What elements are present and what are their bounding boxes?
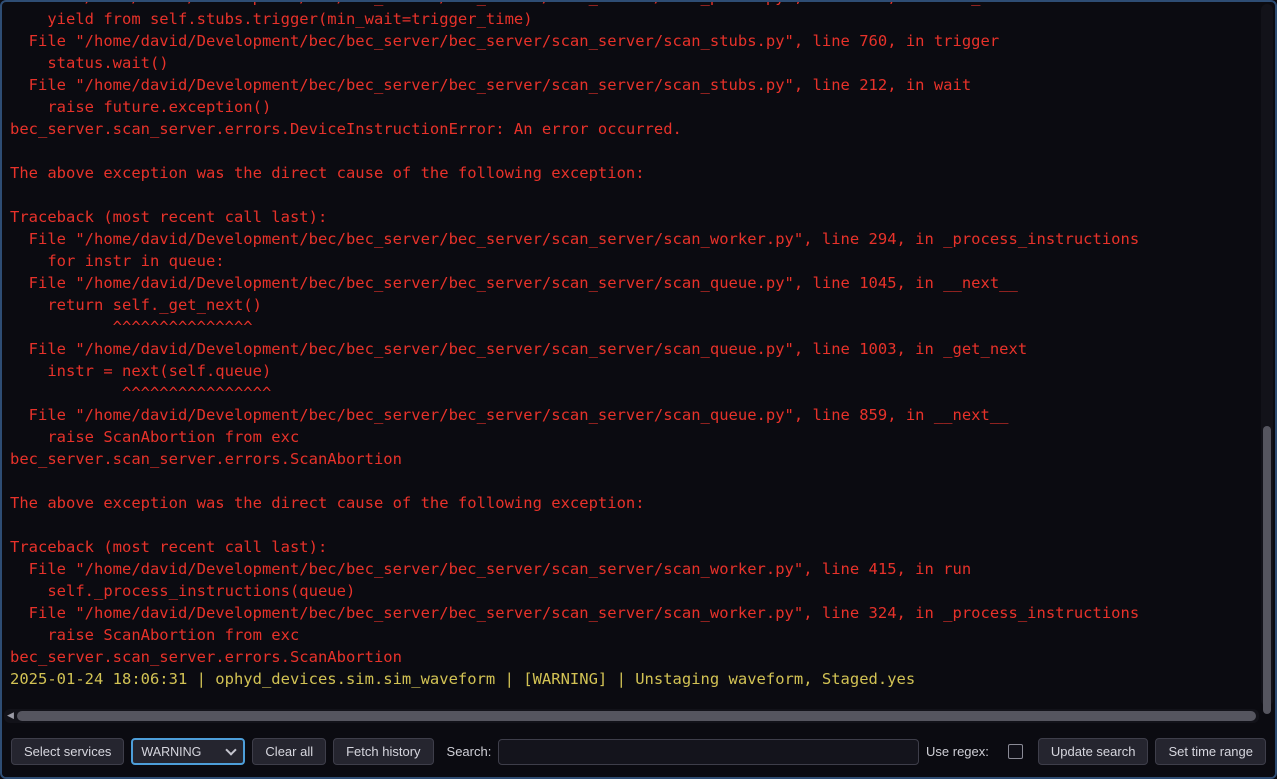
log-line: File "/home/david/Development/bec/bec_se…	[10, 228, 1257, 250]
horizontal-scrollbar-thumb[interactable]	[17, 711, 1256, 721]
fetch-history-button[interactable]: Fetch history	[333, 738, 433, 765]
log-line: raise ScanAbortion from exc	[10, 426, 1257, 448]
log-line	[10, 470, 1257, 492]
log-line: yield from self.stubs.trigger(min_wait=t…	[10, 8, 1257, 30]
log-line: Traceback (most recent call last):	[10, 536, 1257, 558]
select-services-button[interactable]: Select services	[11, 738, 124, 765]
log-line	[10, 184, 1257, 206]
log-line: status.wait()	[10, 52, 1257, 74]
log-line: File "/home/david/Development/bec/bec_se…	[10, 30, 1257, 52]
log-line: File "/home/david/Development/bec/bec_se…	[10, 558, 1257, 580]
log-line: raise future.exception()	[10, 96, 1257, 118]
use-regex-label: Use regex:	[926, 744, 989, 759]
horizontal-scrollbar[interactable]: ◀	[4, 709, 1259, 723]
log-line: File "/home/david/Development/bec/bec_se…	[10, 338, 1257, 360]
log-line: File "/home/david/Development/bec/bec_se…	[10, 272, 1257, 294]
log-line: ^^^^^^^^^^^^^^^^	[10, 382, 1257, 404]
log-line: 2025-01-24 18:06:31 | ophyd_devices.sim.…	[10, 668, 1257, 690]
search-label: Search:	[447, 744, 492, 759]
log-viewer-window: File "/home/david/Development/bec/bec_se…	[0, 0, 1277, 779]
log-line: bec_server.scan_server.errors.ScanAborti…	[10, 646, 1257, 668]
vertical-scrollbar-thumb[interactable]	[1263, 426, 1271, 714]
chevron-down-icon	[226, 744, 237, 755]
log-line: File "/home/david/Development/bec/bec_se…	[10, 404, 1257, 426]
log-line: The above exception was the direct cause…	[10, 162, 1257, 184]
scroll-left-arrow-icon[interactable]: ◀	[5, 709, 16, 723]
log-level-value: WARNING	[141, 745, 201, 759]
log-level-select[interactable]: WARNING	[131, 738, 245, 765]
log-line: File "/home/david/Development/bec/bec_se…	[10, 602, 1257, 624]
update-search-button[interactable]: Update search	[1038, 738, 1149, 765]
log-area: File "/home/david/Development/bec/bec_se…	[2, 2, 1275, 726]
log-line: The above exception was the direct cause…	[10, 492, 1257, 514]
clear-all-button[interactable]: Clear all	[252, 738, 326, 765]
set-time-range-button[interactable]: Set time range	[1155, 738, 1266, 765]
use-regex-checkbox[interactable]	[1008, 744, 1023, 759]
log-content: File "/home/david/Development/bec/bec_se…	[10, 2, 1257, 690]
log-line	[10, 140, 1257, 162]
log-line: self._process_instructions(queue)	[10, 580, 1257, 602]
log-line: File "/home/david/Development/bec/bec_se…	[10, 74, 1257, 96]
log-line	[10, 514, 1257, 536]
log-line: Traceback (most recent call last):	[10, 206, 1257, 228]
toolbar: Select services WARNING Clear all Fetch …	[2, 726, 1275, 777]
log-line: return self._get_next()	[10, 294, 1257, 316]
log-line: for instr in queue:	[10, 250, 1257, 272]
vertical-scrollbar[interactable]	[1261, 4, 1273, 706]
log-line: bec_server.scan_server.errors.DeviceInst…	[10, 118, 1257, 140]
log-line: instr = next(self.queue)	[10, 360, 1257, 382]
log-line: raise ScanAbortion from exc	[10, 624, 1257, 646]
log-line: ^^^^^^^^^^^^^^^	[10, 316, 1257, 338]
search-input[interactable]	[498, 739, 919, 765]
log-line: bec_server.scan_server.errors.ScanAborti…	[10, 448, 1257, 470]
